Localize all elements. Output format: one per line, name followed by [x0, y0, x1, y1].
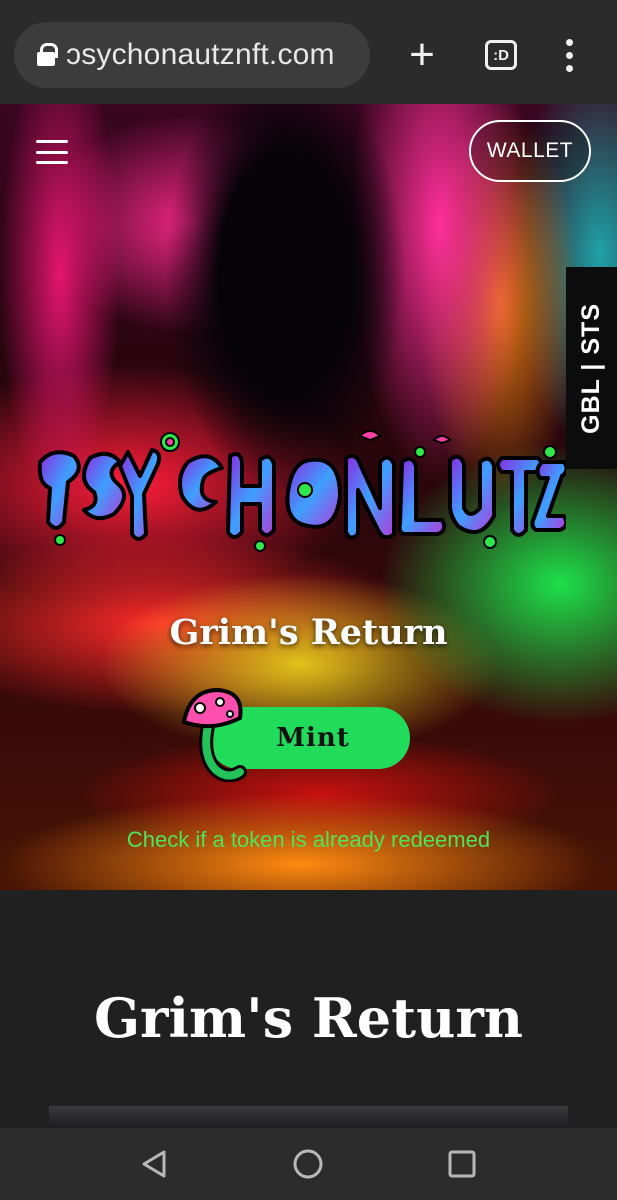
section-title: Grim's Return	[93, 986, 524, 1050]
side-tab-label: GBL | STS	[577, 302, 605, 434]
new-tab-button[interactable]: +	[398, 30, 446, 80]
wallet-button[interactable]: WALLET	[469, 120, 591, 182]
hero-section: WALLET GBL | STS Grim's Return Mint Chec…	[0, 104, 617, 890]
hero-title: Grim's Return	[169, 612, 448, 653]
url-text: ɔsychonautznft.com	[66, 38, 335, 71]
tab-switcher-button[interactable]: :D	[478, 30, 524, 80]
address-bar[interactable]: ɔsychonautznft.com	[14, 22, 370, 88]
lock-icon	[36, 43, 58, 67]
hamburger-menu-icon[interactable]	[36, 140, 68, 164]
recents-icon[interactable]	[444, 1146, 480, 1182]
back-icon[interactable]	[136, 1146, 172, 1182]
browser-toolbar: ɔsychonautznft.com + :D	[0, 0, 617, 104]
system-nav-bar	[0, 1128, 617, 1200]
side-tab[interactable]: GBL | STS	[566, 267, 617, 469]
home-icon[interactable]	[290, 1146, 326, 1182]
mushroom-icon	[181, 687, 247, 782]
plus-icon: +	[409, 30, 435, 79]
media-preview	[49, 1106, 568, 1128]
check-redeemed-link[interactable]: Check if a token is already redeemed	[0, 827, 617, 853]
mint-group: Mint	[178, 686, 418, 782]
overflow-menu-icon[interactable]	[552, 30, 586, 80]
psychonautz-logo	[37, 430, 566, 552]
tab-switcher-icon: :D	[485, 40, 517, 70]
